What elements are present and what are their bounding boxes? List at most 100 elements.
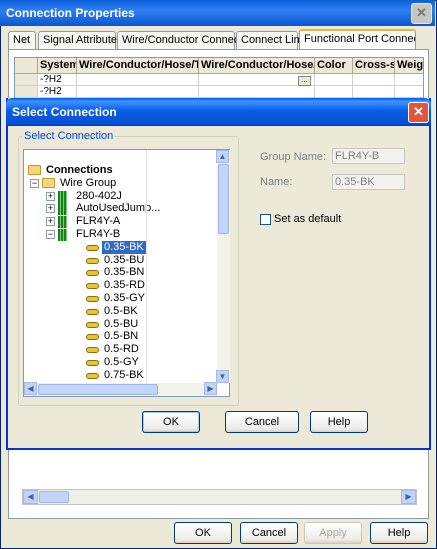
tab-signal-attributes[interactable]: Signal Attributes (38, 31, 123, 49)
tree-horizontal-scrollbar[interactable]: ◀ ▶ (24, 382, 217, 396)
tab-connect-lines[interactable]: Connect Lines (236, 31, 311, 49)
tree-item-label[interactable]: 0.5-GY (102, 356, 141, 369)
tree-item-label[interactable]: 0.35-BK (102, 240, 146, 254)
tree-item-label[interactable]: 0.5-RD (102, 343, 141, 356)
tree-item[interactable]: 0.35-BN (24, 266, 216, 279)
tree-item[interactable]: 0.5-BK (24, 305, 216, 318)
tree-item[interactable]: 0.75-BK (24, 369, 216, 382)
outer-help-button[interactable]: Help (370, 522, 428, 544)
tree-item[interactable]: 0.35-BU (24, 254, 216, 267)
grid-cell[interactable] (77, 74, 199, 86)
grid-col-wire-1[interactable]: Wire/Conductor/Hose/Tube (77, 58, 199, 74)
tree-vscroll-thumb[interactable] (218, 164, 229, 234)
set-as-default-checkbox[interactable] (260, 214, 271, 225)
tree-item[interactable]: 0.5-GY (24, 356, 216, 369)
collapse-icon[interactable]: − (46, 230, 55, 239)
tree-item[interactable]: +280-402J (24, 190, 216, 203)
grid-col-wire-2[interactable]: Wire/Conductor/Hose/Tube (199, 58, 315, 74)
grid-cell[interactable] (77, 86, 199, 98)
cable-icon (86, 270, 99, 277)
tree-item[interactable]: 0.5-BN (24, 330, 216, 343)
grid-col-weight[interactable]: Weig (395, 58, 423, 74)
tree-item-label[interactable]: Connections (44, 164, 115, 177)
expand-icon[interactable]: + (46, 204, 55, 214)
dialog-help-button[interactable]: Help (310, 411, 368, 433)
scroll-left-icon[interactable]: ◀ (24, 382, 37, 395)
tree-item-label[interactable]: 0.75-BK (102, 369, 146, 382)
tree-item-label[interactable]: FLR4Y-A (74, 215, 122, 228)
tree-item-label[interactable]: 280-402J (74, 190, 124, 203)
tab-wire-conductor-connections[interactable]: Wire/Conductor Connections (117, 31, 263, 49)
scroll-thumb[interactable] (39, 491, 69, 503)
group-legend: Select Connection (22, 130, 116, 142)
tree-item[interactable]: 0.35-RD (24, 279, 216, 292)
tab-functional-port-connections[interactable]: Functional Port Connections (299, 29, 416, 50)
grid-cell[interactable] (395, 86, 423, 98)
tree-item-label[interactable]: FLR4Y-B (74, 228, 122, 241)
tree-item[interactable]: 0.5-BU (24, 318, 216, 331)
grid-cell[interactable] (315, 86, 353, 98)
grid-cell[interactable] (199, 86, 315, 98)
grid-col-cross-section[interactable]: Cross-s (353, 58, 395, 74)
tree-item-label[interactable]: 0.5-BK (102, 305, 140, 318)
grid-row-header[interactable] (15, 74, 38, 86)
dialog-cancel-button[interactable]: Cancel (225, 411, 299, 433)
name-field[interactable]: 0.35-BK (332, 174, 405, 190)
grid-col-color[interactable]: Color (315, 58, 353, 74)
group-name-label: Group Name: (260, 151, 327, 163)
inner-title: Select Connection (12, 105, 117, 119)
scroll-down-icon[interactable]: ▼ (216, 370, 229, 383)
tree-item[interactable]: − Wire Group (24, 177, 216, 190)
tab-net[interactable]: Net (8, 31, 36, 49)
grid-cell[interactable] (353, 86, 395, 98)
grid-cell-system[interactable]: -?H2 (38, 86, 77, 98)
set-as-default-label[interactable]: Set as default (274, 213, 341, 225)
tree-item-label[interactable]: 0.35-BU (102, 254, 146, 267)
tree-item[interactable]: 0.5-RD (24, 343, 216, 356)
tree-item-label[interactable]: 0.5-BN (102, 330, 140, 343)
grid-horizontal-scrollbar[interactable]: ◀ ▶ (22, 489, 417, 505)
outer-close-icon[interactable]: ✕ (411, 3, 432, 24)
grid-cell[interactable] (315, 74, 353, 86)
port-connections-grid: System Wire/Conductor/Hose/Tube Wire/Con… (14, 57, 424, 101)
tree-vertical-scrollbar[interactable]: ▲ ▼ (216, 150, 230, 383)
grid-cell[interactable] (353, 74, 395, 86)
tree-item[interactable]: 0.35-GY (24, 292, 216, 305)
cable-icon (86, 308, 99, 315)
grid-col-system[interactable]: System (38, 58, 77, 74)
scroll-right-icon[interactable]: ▶ (401, 490, 416, 504)
scroll-left-icon[interactable]: ◀ (23, 490, 38, 504)
tree-hscroll-thumb[interactable] (38, 384, 158, 395)
wire-group-icon (58, 216, 67, 229)
grid-cell-system[interactable]: -?H2 (38, 74, 77, 86)
tree-item-label[interactable]: AutoUsedJump... (74, 202, 162, 215)
tree-item[interactable]: + AutoUsedJump... (24, 202, 216, 216)
browse-ellipsis-button[interactable]: ... (298, 76, 311, 86)
dialog-ok-button[interactable]: OK (142, 411, 200, 433)
tree-item[interactable]: Connections (24, 164, 216, 177)
tree-item-label[interactable]: 0.35-RD (102, 279, 147, 292)
outer-cancel-button[interactable]: Cancel (240, 522, 298, 544)
expand-icon[interactable]: + (46, 191, 55, 201)
outer-apply-button[interactable]: Apply (304, 522, 362, 544)
tree-item[interactable]: 0.35-BK (24, 240, 216, 254)
tree-item-label[interactable]: Wire Group (58, 177, 118, 190)
cable-icon (86, 360, 99, 366)
collapse-icon[interactable]: − (30, 178, 39, 188)
folder-icon (42, 177, 55, 188)
expand-icon[interactable]: + (46, 217, 55, 227)
inner-close-icon[interactable]: ✕ (408, 102, 429, 123)
tree-item-label[interactable]: 0.5-BU (102, 318, 140, 331)
wire-group-icon (58, 190, 67, 203)
tree-item[interactable]: − FLR4Y-B (24, 228, 216, 241)
scroll-right-icon[interactable]: ▶ (204, 382, 217, 395)
outer-ok-button[interactable]: OK (174, 522, 232, 544)
scroll-up-icon[interactable]: ▲ (216, 150, 229, 163)
grid-cell[interactable] (395, 74, 423, 86)
tree-item-label[interactable]: 0.35-BN (102, 266, 146, 279)
group-name-field[interactable]: FLR4Y-B (332, 148, 405, 164)
tree-item[interactable]: + FLR4Y-A (24, 215, 216, 229)
tree-item-label[interactable]: 0.35-GY (102, 292, 147, 305)
connection-tree[interactable]: Connections − Wire Group +280-402J + AutoUsed… (23, 149, 230, 397)
grid-row-header[interactable] (15, 86, 38, 98)
